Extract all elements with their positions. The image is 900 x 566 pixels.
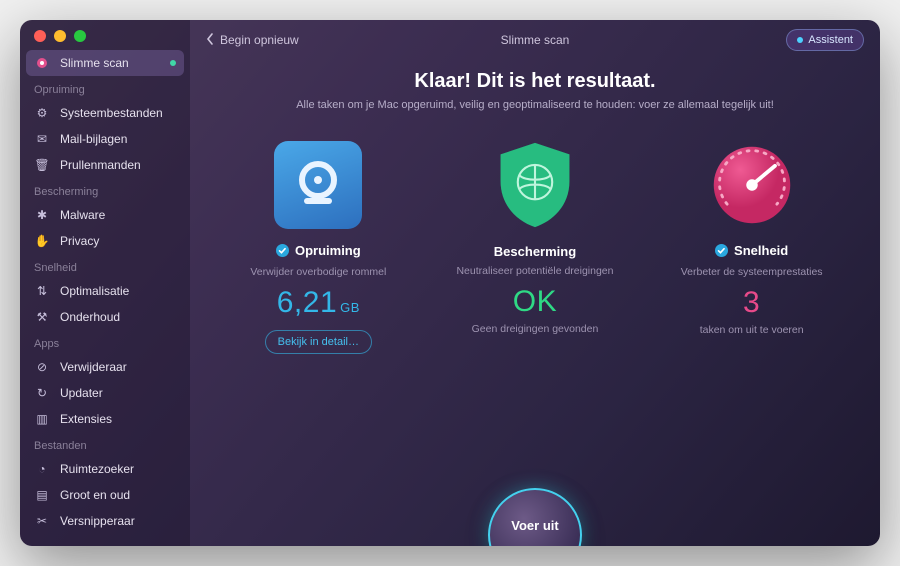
sidebar-item-extensions[interactable]: ▥ Extensies [20, 406, 190, 432]
trash-icon: 🗑 [34, 157, 50, 173]
checkmark-icon [276, 244, 289, 257]
chevron-left-icon [206, 33, 214, 48]
card-cleanup-head: Opruiming [276, 243, 361, 258]
run-button[interactable]: Voer uit [488, 488, 582, 546]
card-cleanup-value: 6,21GB [223, 286, 413, 320]
checkmark-icon [715, 244, 728, 257]
sparkle-icon [797, 37, 803, 43]
sidebar-item-label: Slimme scan [60, 56, 129, 70]
assistant-label: Assistent [808, 34, 853, 46]
sidebar-item-label: Ruimtezoeker [60, 462, 134, 476]
sidebar-item-smart-scan[interactable]: Slimme scan [26, 50, 184, 76]
sidebar-item-privacy[interactable]: ✋ Privacy [20, 228, 190, 254]
gauge-icon [34, 55, 50, 71]
sidebar-item-label: Updater [60, 386, 103, 400]
sidebar-item-label: Mail-bijlagen [60, 132, 127, 146]
sidebar: Slimme scan Opruiming ⚙ Systeembestanden ✉ M… [20, 20, 190, 546]
back-button[interactable]: Begin opnieuw [206, 33, 299, 48]
assistant-button[interactable]: Assistent [786, 29, 864, 51]
sidebar-item-mail[interactable]: ✉ Mail-bijlagen [20, 126, 190, 152]
uninstaller-icon: ⊘ [34, 359, 50, 375]
sidebar-item-optimize[interactable]: ⇅ Optimalisatie [20, 278, 190, 304]
disk-icon [274, 141, 362, 229]
shield-icon [491, 141, 579, 229]
sidebar-item-malware[interactable]: ✱ Malware [20, 202, 190, 228]
card-speed-head: Snelheid [715, 243, 788, 258]
card-protection: Bescherming Neutraliseer potentiële drei… [440, 141, 630, 335]
optimize-icon: ⇅ [34, 283, 50, 299]
run-button-wrap: Voer uit [488, 488, 582, 546]
card-speed: Snelheid Verbeter de systeemprestaties 3… [657, 141, 847, 336]
hero: Klaar! Dit is het resultaat. Alle taken … [190, 70, 880, 111]
sidebar-item-label: Extensies [60, 412, 112, 426]
privacy-icon: ✋ [34, 233, 50, 249]
sidebar-group-label: Opruiming [20, 76, 190, 100]
card-protection-subtitle: Neutraliseer potentiële dreigingen [440, 265, 630, 279]
shredder-icon: ✂ [34, 513, 50, 529]
sidebar-item-label: Versnipperaar [60, 514, 135, 528]
card-cleanup-subtitle: Verwijder overbodige rommel [223, 266, 413, 280]
sidebar-item-label: Privacy [60, 234, 99, 248]
updater-icon: ↻ [34, 385, 50, 401]
close-window[interactable] [34, 30, 46, 42]
card-speed-value: 3 [657, 286, 847, 320]
minimize-window[interactable] [54, 30, 66, 42]
card-speed-title: Snelheid [734, 243, 788, 258]
space-icon: ◔ [34, 461, 50, 477]
sidebar-item-updater[interactable]: ↻ Updater [20, 380, 190, 406]
sidebar-item-system-files[interactable]: ⚙ Systeembestanden [20, 100, 190, 126]
card-protection-footer: Geen dreigingen gevonden [440, 323, 630, 335]
sidebar-item-uninstaller[interactable]: ⊘ Verwijderaar [20, 354, 190, 380]
sidebar-item-maintenance[interactable]: ⚒ Onderhoud [20, 304, 190, 330]
sidebar-item-label: Malware [60, 208, 105, 222]
top-bar: Begin opnieuw Slimme scan Assistent [190, 20, 880, 60]
sidebar-item-label: Prullenmanden [60, 158, 141, 172]
card-speed-subtitle: Verbeter de systeemprestaties [657, 266, 847, 280]
hero-title: Klaar! Dit is het resultaat. [220, 70, 850, 93]
sidebar-item-large[interactable]: ▤ Groot en oud [20, 482, 190, 508]
sidebar-item-shredder[interactable]: ✂ Versnipperaar [20, 508, 190, 534]
card-speed-footer: taken om uit te voeren [657, 324, 847, 336]
sidebar-item-space[interactable]: ◔ Ruimtezoeker [20, 456, 190, 482]
cleanup-detail-button[interactable]: Bekijk in detail… [265, 330, 372, 354]
sidebar-group-label: Snelheid [20, 254, 190, 278]
sidebar-group-label: Apps [20, 330, 190, 354]
card-cleanup: Opruiming Verwijder overbodige rommel 6,… [223, 141, 413, 354]
mail-icon: ✉ [34, 131, 50, 147]
system-files-icon: ⚙ [34, 105, 50, 121]
back-label: Begin opnieuw [220, 33, 299, 47]
status-dot [170, 60, 176, 66]
sidebar-item-label: Onderhoud [60, 310, 120, 324]
sidebar-item-trash[interactable]: 🗑 Prullenmanden [20, 152, 190, 178]
page-title: Slimme scan [501, 33, 570, 47]
card-protection-head: Bescherming [494, 244, 576, 259]
large-icon: ▤ [34, 487, 50, 503]
sidebar-group-label: Bestanden [20, 432, 190, 456]
main-area: Begin opnieuw Slimme scan Assistent Klaa… [190, 20, 880, 546]
window-controls [34, 30, 86, 42]
sidebar-item-label: Systeembestanden [60, 106, 163, 120]
app-window: Slimme scan Opruiming ⚙ Systeembestanden ✉ M… [20, 20, 880, 546]
card-cleanup-title: Opruiming [295, 243, 361, 258]
hero-subtitle: Alle taken om je Mac opgeruimd, veilig e… [220, 99, 850, 111]
malware-icon: ✱ [34, 207, 50, 223]
sidebar-item-label: Verwijderaar [60, 360, 127, 374]
maintenance-icon: ⚒ [34, 309, 50, 325]
sidebar-item-label: Groot en oud [60, 488, 130, 502]
sidebar-item-label: Optimalisatie [60, 284, 129, 298]
maximize-window[interactable] [74, 30, 86, 42]
extensions-icon: ▥ [34, 411, 50, 427]
speedometer-icon [708, 141, 796, 229]
result-cards: Opruiming Verwijder overbodige rommel 6,… [190, 141, 880, 354]
card-protection-value: OK [440, 285, 630, 319]
card-protection-title: Bescherming [494, 244, 576, 259]
sidebar-group-label: Bescherming [20, 178, 190, 202]
